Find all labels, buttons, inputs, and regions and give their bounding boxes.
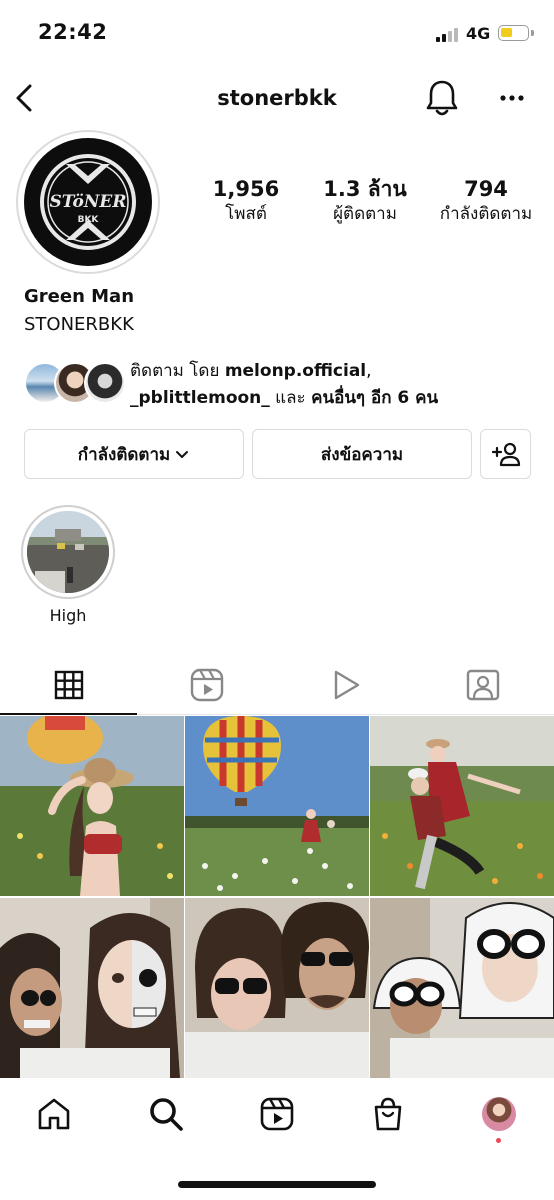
following-label: กำลังติดตาม: [439, 204, 533, 224]
profile-avatar[interactable]: STöNER BKK: [24, 138, 152, 266]
tab-reels[interactable]: [138, 655, 276, 715]
post-image: [0, 898, 184, 1078]
battery-cap: [531, 30, 534, 36]
profile-header: stonerbkk: [0, 68, 554, 128]
tab-tagged[interactable]: [414, 655, 552, 715]
bottom-navigation: [0, 1080, 554, 1200]
tab-posts-grid[interactable]: [0, 655, 138, 715]
post-image: [0, 716, 184, 896]
more-options-button[interactable]: [494, 80, 530, 116]
posts-label: โพสต์: [225, 204, 267, 224]
nav-profile-avatar[interactable]: [482, 1097, 516, 1131]
highlight-cover[interactable]: [27, 511, 109, 593]
active-tab-indicator: [0, 713, 137, 715]
highlight-road-image: [27, 511, 109, 593]
followed-by-and: และ: [269, 388, 312, 408]
following-button[interactable]: กำลังติดตาม: [24, 429, 244, 479]
nav-shop[interactable]: [364, 1090, 412, 1138]
nav-home[interactable]: [30, 1090, 78, 1138]
battery-level: [501, 28, 512, 37]
followers-label: ผู้ติดตาม: [333, 204, 397, 224]
posts-grid: [0, 716, 554, 1078]
followed-by-text[interactable]: ติดตาม โดย melonp.official, _pblittlemoon…: [130, 358, 540, 412]
followed-by-user[interactable]: melonp.official: [225, 361, 366, 381]
profile-username: stonerbkk: [217, 86, 337, 110]
reels-icon: [190, 668, 224, 702]
search-icon: [150, 1098, 183, 1131]
post-thumbnail[interactable]: [370, 898, 554, 1078]
logo-subtext: BKK: [78, 215, 100, 225]
status-bar: 22:42 4G: [0, 0, 554, 68]
reels-icon: [260, 1097, 294, 1131]
notification-dot: [496, 1138, 501, 1143]
signal-icon: [436, 27, 460, 42]
following-button-label: กำลังติดตาม: [77, 444, 171, 465]
profile-tabs: [0, 655, 554, 715]
grid-icon: [54, 670, 84, 700]
post-image: [370, 716, 554, 896]
followed-by-user[interactable]: _pblittlemoon_: [130, 388, 270, 408]
logo-text: STöNER: [50, 192, 127, 212]
followers-count: 1.3 ล้าน: [323, 177, 407, 201]
nav-reels[interactable]: [253, 1090, 301, 1138]
message-button-label: ส่งข้อความ: [320, 444, 404, 465]
followed-by-avatars[interactable]: [24, 362, 126, 404]
shop-icon: [374, 1097, 402, 1131]
status-time: 22:42: [38, 20, 108, 44]
nav-search[interactable]: [142, 1090, 190, 1138]
battery-icon: [498, 25, 529, 41]
tab-videos[interactable]: [276, 655, 414, 715]
suggested-users-button[interactable]: [480, 429, 531, 479]
video-play-icon: [334, 670, 360, 700]
post-thumbnail[interactable]: [0, 898, 184, 1078]
mutual-avatar: [84, 362, 126, 404]
followed-by-separator: ,: [366, 361, 372, 381]
highlight-label: High: [49, 606, 87, 625]
stat-following[interactable]: 794 กำลังติดตาม: [424, 176, 548, 226]
stat-posts[interactable]: 1,956 โพสต์: [196, 176, 296, 226]
home-icon: [38, 1098, 70, 1130]
message-button[interactable]: ส่งข้อความ: [252, 429, 472, 479]
posts-count: 1,956: [212, 177, 280, 201]
following-count: 794: [464, 177, 508, 201]
home-indicator: [178, 1181, 376, 1188]
chevron-down-icon: [176, 451, 189, 458]
post-image: [370, 898, 554, 1078]
bell-icon: [426, 80, 458, 116]
display-name: Green Man: [24, 286, 135, 307]
post-thumbnail[interactable]: [370, 716, 554, 896]
stat-followers[interactable]: 1.3 ล้าน ผู้ติดตาม: [310, 176, 420, 226]
network-type: 4G: [466, 24, 491, 43]
bio-text: STONERBKK: [24, 314, 134, 335]
post-thumbnail[interactable]: [0, 716, 184, 896]
stoner-logo: STöNER BKK: [40, 154, 136, 250]
followed-by-others[interactable]: คนอื่นๆ อีก 6 คน: [311, 388, 438, 408]
tagged-icon: [466, 669, 500, 701]
post-image: [185, 898, 369, 1078]
post-thumbnail[interactable]: [185, 716, 369, 896]
followed-by-prefix: ติดตาม โดย: [130, 361, 225, 381]
more-dots-icon: [500, 95, 524, 101]
post-image: [185, 716, 369, 896]
post-thumbnail[interactable]: [185, 898, 369, 1078]
add-user-icon: [491, 442, 520, 467]
notifications-button[interactable]: [424, 78, 460, 118]
